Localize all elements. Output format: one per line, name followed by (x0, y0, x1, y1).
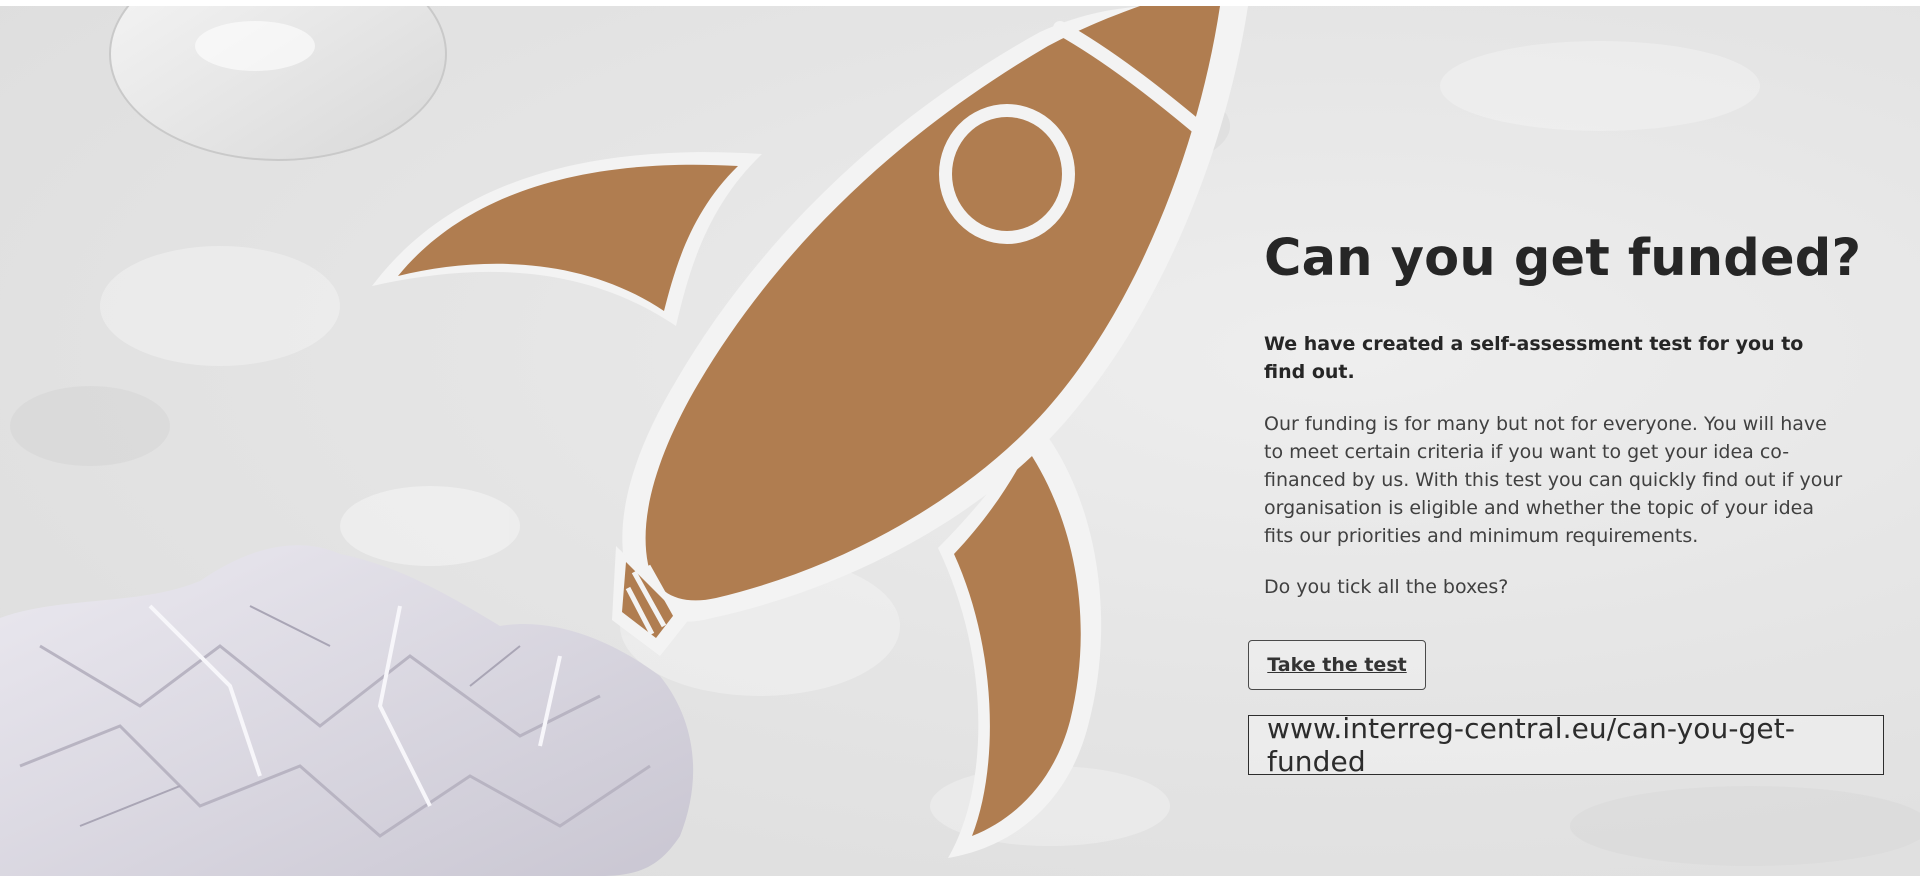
take-the-test-label: Take the test (1267, 654, 1407, 676)
url-link: www.interreg-central.eu/can-you-get-fund… (1267, 712, 1796, 778)
url-link-box[interactable]: www.interreg-central.eu/can-you-get-fund… (1248, 712, 1884, 778)
lead-paragraph: We have created a self-assessment test f… (1264, 333, 1804, 383)
crumpled-paper-illustration (0, 545, 694, 876)
hero-banner: Can you get funded? We have created a se… (0, 6, 1920, 876)
take-the-test-button[interactable]: Take the test (1248, 640, 1426, 690)
moon-illustration (109, 6, 447, 161)
question-text: Do you tick all the boxes? (1264, 576, 1509, 598)
text-panel: Can you get funded? We have created a se… (1264, 228, 1864, 601)
description-paragraph: Our funding is for many but not for ever… (1264, 413, 1843, 547)
page-title: Can you get funded? (1264, 229, 1862, 288)
